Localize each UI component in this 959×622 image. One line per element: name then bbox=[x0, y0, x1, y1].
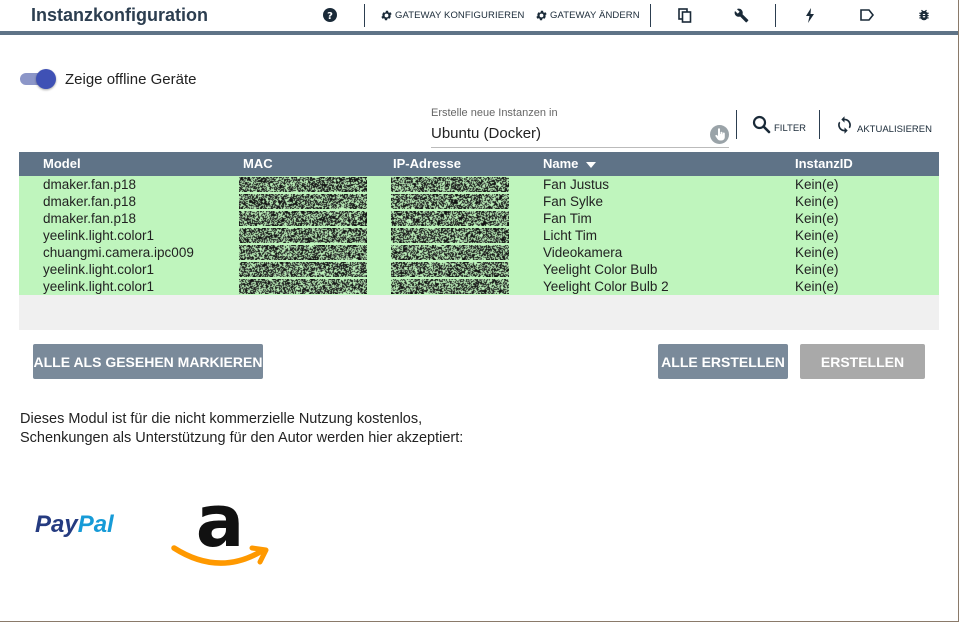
mark-all-seen-button[interactable]: ALLE ALS GESEHEN MARKIEREN bbox=[33, 344, 263, 379]
app-header: Instanzkonfiguration ? GATEWAY KONFIGURI… bbox=[0, 0, 958, 33]
table-row[interactable]: chuangmi.camera.ipc009 Videokamera Kein(… bbox=[19, 244, 939, 261]
bug-icon[interactable] bbox=[916, 7, 932, 23]
create-button[interactable]: ERSTELLEN bbox=[800, 344, 925, 379]
paypal-logo-pay: Pay bbox=[35, 511, 78, 538]
table-row[interactable]: dmaker.fan.p18 Fan Justus Kein(e) bbox=[19, 176, 939, 193]
device-table: Model MAC IP-Adresse Name InstanzID dmak… bbox=[19, 152, 939, 330]
column-header-mac[interactable]: MAC bbox=[243, 156, 273, 171]
change-gateway-button[interactable]: GATEWAY ÄNDERN bbox=[535, 9, 640, 22]
cell-instance: Kein(e) bbox=[795, 194, 839, 209]
redacted-mac bbox=[239, 228, 367, 243]
copy-icon[interactable] bbox=[677, 7, 693, 23]
column-header-name-label: Name bbox=[543, 156, 579, 171]
cell-model: yeelink.light.color1 bbox=[43, 262, 155, 277]
refresh-label: AKTUALISIEREN bbox=[857, 124, 932, 135]
redacted-mac bbox=[239, 177, 367, 192]
paypal-logo-pal: Pal bbox=[77, 511, 114, 538]
gear-icon bbox=[536, 10, 547, 21]
cell-instance: Kein(e) bbox=[795, 245, 839, 260]
redacted-ip bbox=[391, 245, 509, 260]
redacted-ip bbox=[391, 211, 509, 226]
search-icon bbox=[752, 115, 771, 134]
cell-model: dmaker.fan.p18 bbox=[43, 177, 137, 192]
paypal-logo[interactable]: PayPal bbox=[35, 511, 114, 539]
cell-model: chuangmi.camera.ipc009 bbox=[43, 245, 194, 260]
table-row[interactable]: dmaker.fan.p18 Fan Tim Kein(e) bbox=[19, 210, 939, 227]
redacted-ip bbox=[391, 194, 509, 209]
donation-info: Dieses Modul ist für die nicht kommerzie… bbox=[20, 410, 463, 448]
redacted-mac bbox=[239, 262, 367, 277]
lightning-icon[interactable] bbox=[802, 7, 818, 23]
help-circle-icon[interactable]: ? bbox=[322, 7, 338, 23]
gear-icon bbox=[381, 10, 392, 21]
cell-model: dmaker.fan.p18 bbox=[43, 194, 137, 209]
cell-name: Fan Justus bbox=[543, 177, 610, 192]
cell-name: Licht Tim bbox=[543, 228, 598, 243]
cell-instance: Kein(e) bbox=[795, 177, 839, 192]
redacted-ip bbox=[391, 279, 509, 294]
redacted-mac bbox=[239, 279, 367, 294]
donation-info-line: Dieses Modul ist für die nicht kommerzie… bbox=[20, 411, 423, 427]
cell-name: Fan Sylke bbox=[543, 194, 604, 209]
redacted-ip bbox=[391, 262, 509, 277]
table-row[interactable]: yeelink.light.color1 Yeelight Color Bulb… bbox=[19, 261, 939, 278]
page-title: Instanzkonfiguration bbox=[31, 5, 208, 25]
show-offline-toggle[interactable] bbox=[20, 69, 56, 89]
filter-button[interactable]: FILTER bbox=[752, 115, 806, 134]
redacted-mac bbox=[239, 211, 367, 226]
table-row[interactable]: dmaker.fan.p18 Fan Sylke Kein(e) bbox=[19, 193, 939, 210]
filter-label: FILTER bbox=[774, 123, 807, 134]
cell-model: yeelink.light.color1 bbox=[43, 228, 155, 243]
instance-select-value: Ubuntu (Docker) bbox=[431, 125, 542, 142]
redacted-mac bbox=[239, 194, 367, 209]
table-row[interactable]: yeelink.light.color1 Licht Tim Kein(e) bbox=[19, 227, 939, 244]
cell-instance: Kein(e) bbox=[795, 262, 839, 277]
cell-model: yeelink.light.color1 bbox=[43, 279, 155, 294]
toggle-knob bbox=[36, 69, 56, 89]
cell-name: Videokamera bbox=[543, 245, 623, 260]
redacted-ip bbox=[391, 228, 509, 243]
table-body: dmaker.fan.p18 Fan Justus Kein(e) dmaker… bbox=[19, 176, 939, 295]
svg-text:?: ? bbox=[327, 11, 333, 22]
redacted-mac bbox=[239, 245, 367, 260]
header-divider bbox=[775, 4, 776, 27]
toolbar-divider bbox=[736, 110, 737, 139]
cell-name: Yeelight Color Bulb bbox=[543, 262, 658, 277]
table-header: Model MAC IP-Adresse Name InstanzID bbox=[19, 152, 939, 176]
change-gateway-label: GATEWAY ÄNDERN bbox=[550, 10, 640, 21]
refresh-button[interactable]: AKTUALISIEREN bbox=[835, 115, 932, 135]
instance-select[interactable]: Ubuntu (Docker) bbox=[431, 123, 729, 148]
redacted-ip bbox=[391, 177, 509, 192]
cell-name: Yeelight Color Bulb 2 bbox=[543, 279, 669, 294]
configure-gateway-label: GATEWAY KONFIGURIEREN bbox=[395, 10, 525, 21]
table-row[interactable]: yeelink.light.color1 Yeelight Color Bulb… bbox=[19, 278, 939, 295]
column-header-instance[interactable]: InstanzID bbox=[795, 156, 853, 171]
cell-instance: Kein(e) bbox=[795, 228, 839, 243]
column-header-model[interactable]: Model bbox=[43, 156, 81, 171]
column-header-ip[interactable]: IP-Adresse bbox=[393, 156, 461, 171]
instance-select-label: Erstelle neue Instanzen in bbox=[431, 107, 558, 119]
header-bottom-bar bbox=[0, 31, 958, 35]
cell-model: dmaker.fan.p18 bbox=[43, 211, 137, 226]
cell-instance: Kein(e) bbox=[795, 211, 839, 226]
donation-info-line: Schenkungen als Unterstützung für den Au… bbox=[20, 430, 464, 446]
amazon-logo[interactable]: a bbox=[168, 479, 272, 570]
show-offline-label: Zeige offline Geräte bbox=[65, 71, 197, 88]
toolbar-divider bbox=[819, 110, 820, 139]
header-divider bbox=[650, 4, 651, 27]
sort-desc-icon bbox=[586, 161, 597, 168]
column-header-name[interactable]: Name bbox=[543, 156, 597, 171]
hand-pointer-icon bbox=[710, 125, 729, 144]
svg-text:a: a bbox=[196, 486, 245, 563]
refresh-icon bbox=[838, 116, 851, 134]
cell-instance: Kein(e) bbox=[795, 279, 839, 294]
create-all-button[interactable]: ALLE ERSTELLEN bbox=[658, 344, 788, 379]
wrench-icon[interactable] bbox=[733, 7, 749, 23]
configure-gateway-button[interactable]: GATEWAY KONFIGURIEREN bbox=[380, 9, 524, 22]
tag-icon[interactable] bbox=[859, 7, 875, 23]
header-divider bbox=[364, 4, 365, 27]
cell-name: Fan Tim bbox=[543, 211, 592, 226]
